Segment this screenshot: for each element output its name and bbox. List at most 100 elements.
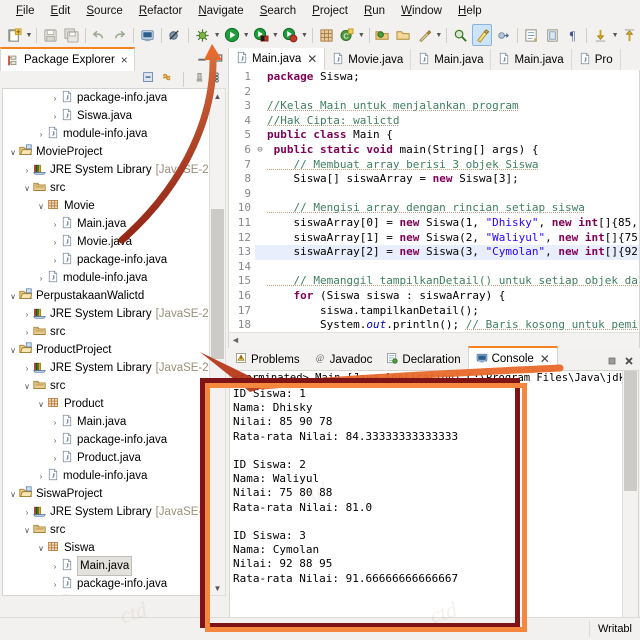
tree-expand-arrow[interactable]: ∨: [7, 490, 19, 499]
print-icon[interactable]: [138, 25, 157, 45]
console-scrollbar[interactable]: [622, 371, 638, 617]
open-type-icon[interactable]: [373, 25, 392, 45]
code-line[interactable]: 2: [229, 85, 639, 100]
editor-tab[interactable]: JMain.java: [411, 49, 491, 70]
fold-toggle-icon[interactable]: [255, 99, 265, 114]
focus-on-active-task-icon[interactable]: [193, 71, 206, 87]
menu-item-edit[interactable]: Edit: [43, 3, 79, 19]
fold-toggle-icon[interactable]: [255, 318, 265, 332]
tree-expand-arrow[interactable]: ›: [49, 454, 61, 463]
fold-toggle-icon[interactable]: [255, 231, 265, 246]
tree-item[interactable]: ›JRE System Library[JavaSE-23]: [3, 161, 209, 179]
remove-launch-button[interactable]: [623, 355, 635, 370]
coverage-icon[interactable]: [251, 25, 270, 45]
code-line[interactable]: 10 // Mengisi array dengan rincian setia…: [229, 201, 639, 216]
tree-item[interactable]: ›src: [3, 323, 209, 341]
menu-item-run[interactable]: Run: [356, 3, 393, 19]
console-tab-declaration[interactable]: Declaration: [379, 349, 467, 370]
fold-toggle-icon[interactable]: [255, 274, 265, 289]
new-class-dropdown[interactable]: ▼: [357, 25, 365, 45]
scroll-down-icon[interactable]: ▼: [210, 581, 225, 595]
code-line[interactable]: 14: [229, 260, 639, 275]
tree-item[interactable]: ∨src: [3, 521, 209, 539]
tree-item[interactable]: ›JRE System Library[JavaSE-23]: [3, 359, 209, 377]
tree-expand-arrow[interactable]: ›: [49, 580, 61, 589]
previous-edit-icon[interactable]: [522, 25, 541, 45]
new-task-icon[interactable]: [415, 25, 434, 45]
package-explorer-tree[interactable]: ›Jpackage-info.java›JSiswa.java›Jmodule-…: [2, 88, 210, 596]
fold-toggle-icon[interactable]: [255, 201, 265, 216]
minimize-icon[interactable]: [196, 52, 208, 67]
tree-expand-arrow[interactable]: ∨: [21, 382, 33, 391]
fold-toggle-icon[interactable]: [255, 172, 265, 187]
fold-toggle-icon[interactable]: [255, 245, 265, 260]
fold-toggle-icon[interactable]: [255, 85, 265, 100]
scrollbar-thumb[interactable]: [624, 371, 637, 491]
close-icon[interactable]: ✕: [540, 352, 550, 366]
tree-item[interactable]: ∨Product: [3, 395, 209, 413]
open-resource-icon[interactable]: [394, 25, 413, 45]
scroll-left-icon[interactable]: ◄: [231, 335, 240, 345]
editor-tab[interactable]: JMain.java✕: [228, 48, 325, 70]
code-line[interactable]: 12 siswaArray[1] = new Siswa(2, "Waliyul…: [229, 231, 639, 246]
tree-item[interactable]: ∨PerpustakaanWalictd: [3, 287, 209, 305]
tree-expand-arrow[interactable]: ∨: [35, 544, 47, 553]
tree-expand-arrow[interactable]: ›: [49, 418, 61, 427]
run-icon[interactable]: [222, 25, 241, 45]
fold-toggle-icon[interactable]: [255, 114, 265, 129]
debug-dropdown[interactable]: ▼: [213, 25, 221, 45]
tree-item[interactable]: ∨Siswa: [3, 539, 209, 557]
new-wizard-icon[interactable]: [5, 25, 24, 45]
tree-item[interactable]: ›JRE System Library[JavaSE-23]: [3, 503, 209, 521]
console-tab-console[interactable]: Console✕: [468, 346, 558, 370]
tree-item[interactable]: ›Jmodule-info.java: [3, 125, 209, 143]
tree-item[interactable]: ›JSiswa.java: [3, 593, 209, 596]
code-line[interactable]: 16 for (Siswa siswa : siswaArray) {: [229, 289, 639, 304]
tree-item[interactable]: ›JRE System Library[JavaSE-23]: [3, 305, 209, 323]
run-last-icon[interactable]: [281, 25, 300, 45]
tree-item[interactable]: ∨MovieProject: [3, 143, 209, 161]
menu-item-file[interactable]: File: [8, 3, 43, 19]
code-lines[interactable]: 1package Siswa;23//Kelas Main untuk menj…: [229, 70, 639, 332]
tree-item[interactable]: ∨src: [3, 377, 209, 395]
tree-expand-arrow[interactable]: ›: [21, 310, 33, 319]
tree-item[interactable]: ›JSiswa.java: [3, 107, 209, 125]
forward-icon[interactable]: [620, 25, 639, 45]
tree-item[interactable]: ›Jpackage-info.java: [3, 251, 209, 269]
tree-item[interactable]: ›JMain.java: [3, 413, 209, 431]
link-with-editor-icon[interactable]: [161, 71, 174, 87]
fold-toggle-icon[interactable]: [255, 304, 265, 319]
tree-expand-arrow[interactable]: ›: [21, 508, 33, 517]
fold-toggle-icon[interactable]: [255, 216, 265, 231]
back-dropdown[interactable]: ▼: [611, 25, 619, 45]
code-line[interactable]: 7 // Membuat array berisi 3 objek Siswa: [229, 158, 639, 173]
coverage-dropdown[interactable]: ▼: [271, 25, 279, 45]
tree-item[interactable]: ∨src: [3, 179, 209, 197]
code-line[interactable]: 13 siswaArray[2] = new Siswa(3, "Cymolan…: [229, 245, 639, 260]
fold-toggle-icon[interactable]: [255, 70, 265, 85]
view-menu-icon[interactable]: [212, 71, 222, 87]
tree-expand-arrow[interactable]: ∨: [35, 400, 47, 409]
tree-item[interactable]: ›JProduct.java: [3, 449, 209, 467]
code-line[interactable]: 15 // Memanggil tampilkanDetail() untuk …: [229, 274, 639, 289]
editor-tab[interactable]: JMain.java: [491, 49, 571, 70]
new-class-icon[interactable]: C: [337, 25, 356, 45]
tree-expand-arrow[interactable]: ›: [49, 562, 61, 571]
save-all-icon[interactable]: [62, 25, 81, 45]
new-wizard-dropdown[interactable]: ▼: [25, 25, 33, 45]
tree-item[interactable]: ∨SiswaProject: [3, 485, 209, 503]
menu-item-navigate[interactable]: Navigate: [190, 3, 251, 19]
tree-expand-arrow[interactable]: ›: [49, 220, 61, 229]
tree-item[interactable]: ›Jmodule-info.java: [3, 467, 209, 485]
terminate-button[interactable]: [606, 355, 618, 370]
editor-tab[interactable]: JMovie.java: [325, 49, 411, 70]
tree-expand-arrow[interactable]: ›: [21, 364, 33, 373]
tree-item[interactable]: ›Jpackage-info.java: [3, 431, 209, 449]
menu-item-refactor[interactable]: Refactor: [131, 3, 190, 19]
undo-icon[interactable]: [89, 25, 108, 45]
tree-expand-arrow[interactable]: ›: [21, 166, 33, 175]
pilcrow-icon[interactable]: ¶: [563, 25, 582, 45]
editor-tab[interactable]: JPro: [572, 49, 621, 70]
fold-toggle-icon[interactable]: [255, 128, 265, 143]
code-line[interactable]: 6⊖ public static void main(String[] args…: [229, 143, 639, 158]
